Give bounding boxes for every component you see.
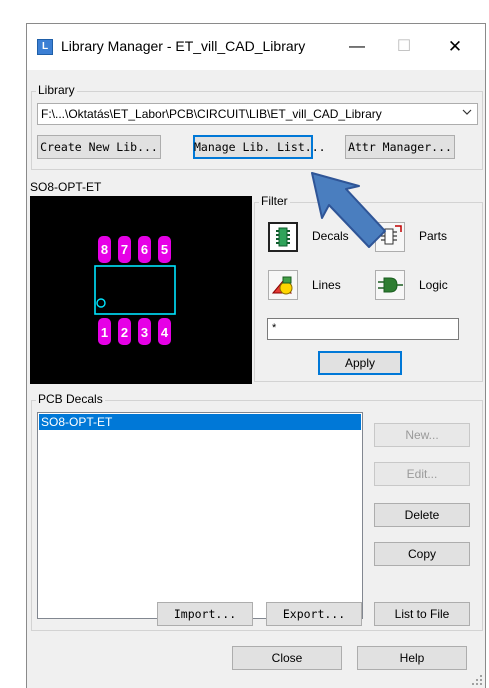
logic-gate-icon	[378, 277, 403, 293]
parts-filter-label: Parts	[419, 229, 448, 243]
logic-filter-label: Logic	[419, 278, 448, 292]
filter-pattern-input[interactable]: *	[267, 318, 459, 340]
minimize-button[interactable]: —	[337, 34, 377, 60]
resize-grip-icon[interactable]	[471, 674, 483, 686]
manage-lib-list-button[interactable]: Manage Lib. List...	[193, 135, 326, 159]
close-window-button[interactable]: ✕	[435, 34, 475, 60]
decal-chip-icon	[276, 227, 290, 247]
library-group-label: Library	[36, 83, 77, 97]
logic-filter-button[interactable]	[375, 270, 405, 300]
filter-group-label: Filter	[259, 194, 290, 208]
lines-filter-label: Lines	[312, 278, 341, 292]
create-new-lib-button[interactable]: Create New Lib...	[37, 135, 161, 159]
decals-filter-button[interactable]	[268, 222, 298, 252]
delete-decal-button[interactable]: Delete	[374, 503, 470, 527]
decal-preview-label: SO8-OPT-ET	[30, 180, 102, 194]
pcb-decals-list[interactable]: SO8-OPT-ET	[37, 412, 363, 619]
list-item[interactable]: SO8-OPT-ET	[39, 414, 361, 430]
decal-preview: 8 7 6 5 1 2 3 4	[30, 196, 252, 384]
window-title: Library Manager - ET_vill_CAD_Library	[61, 38, 306, 54]
pin-number: 1	[101, 325, 108, 340]
app-icon: L	[37, 39, 53, 55]
copy-decal-button[interactable]: Copy	[374, 542, 470, 566]
attr-manager-button[interactable]: Attr Manager...	[345, 135, 455, 159]
pin-number: 4	[161, 325, 169, 340]
pin-number: 6	[141, 242, 148, 257]
pin-number: 8	[101, 242, 108, 257]
apply-button[interactable]: Apply	[318, 351, 402, 375]
chevron-down-icon[interactable]	[461, 106, 473, 121]
parts-icon	[381, 225, 402, 245]
close-button[interactable]: Close	[232, 646, 342, 670]
import-button[interactable]: Import...	[157, 602, 253, 626]
component-outline	[94, 265, 176, 315]
pin1-marker	[96, 298, 106, 308]
maximize-button: ☐	[396, 38, 412, 55]
edit-decal-button: Edit...	[374, 462, 470, 486]
library-path-select[interactable]: F:\...\Oktatás\ET_Labor\PCB\CIRCUIT\LIB\…	[37, 103, 478, 125]
lines-filter-button[interactable]	[268, 270, 298, 300]
new-decal-button: New...	[374, 423, 470, 447]
help-button[interactable]: Help	[357, 646, 467, 670]
parts-filter-button[interactable]	[375, 222, 405, 252]
library-path-value: F:\...\Oktatás\ET_Labor\PCB\CIRCUIT\LIB\…	[41, 107, 382, 121]
decal-preview-canvas: 8 7 6 5 1 2 3 4	[94, 236, 176, 345]
pin-number: 5	[161, 242, 168, 257]
lines-shapes-icon	[271, 276, 293, 295]
decals-filter-label: Decals	[312, 229, 349, 243]
title-bar[interactable]: L Library Manager - ET_vill_CAD_Library …	[27, 24, 485, 70]
pin-number: 2	[121, 325, 128, 340]
list-to-file-button[interactable]: List to File	[374, 602, 470, 626]
library-manager-window: L Library Manager - ET_vill_CAD_Library …	[26, 23, 486, 688]
pin-number: 3	[141, 325, 148, 340]
pin-number: 7	[121, 242, 128, 257]
export-button[interactable]: Export...	[266, 602, 362, 626]
filter-pattern-value: *	[272, 322, 277, 334]
pcb-decals-group-label: PCB Decals	[36, 392, 105, 406]
